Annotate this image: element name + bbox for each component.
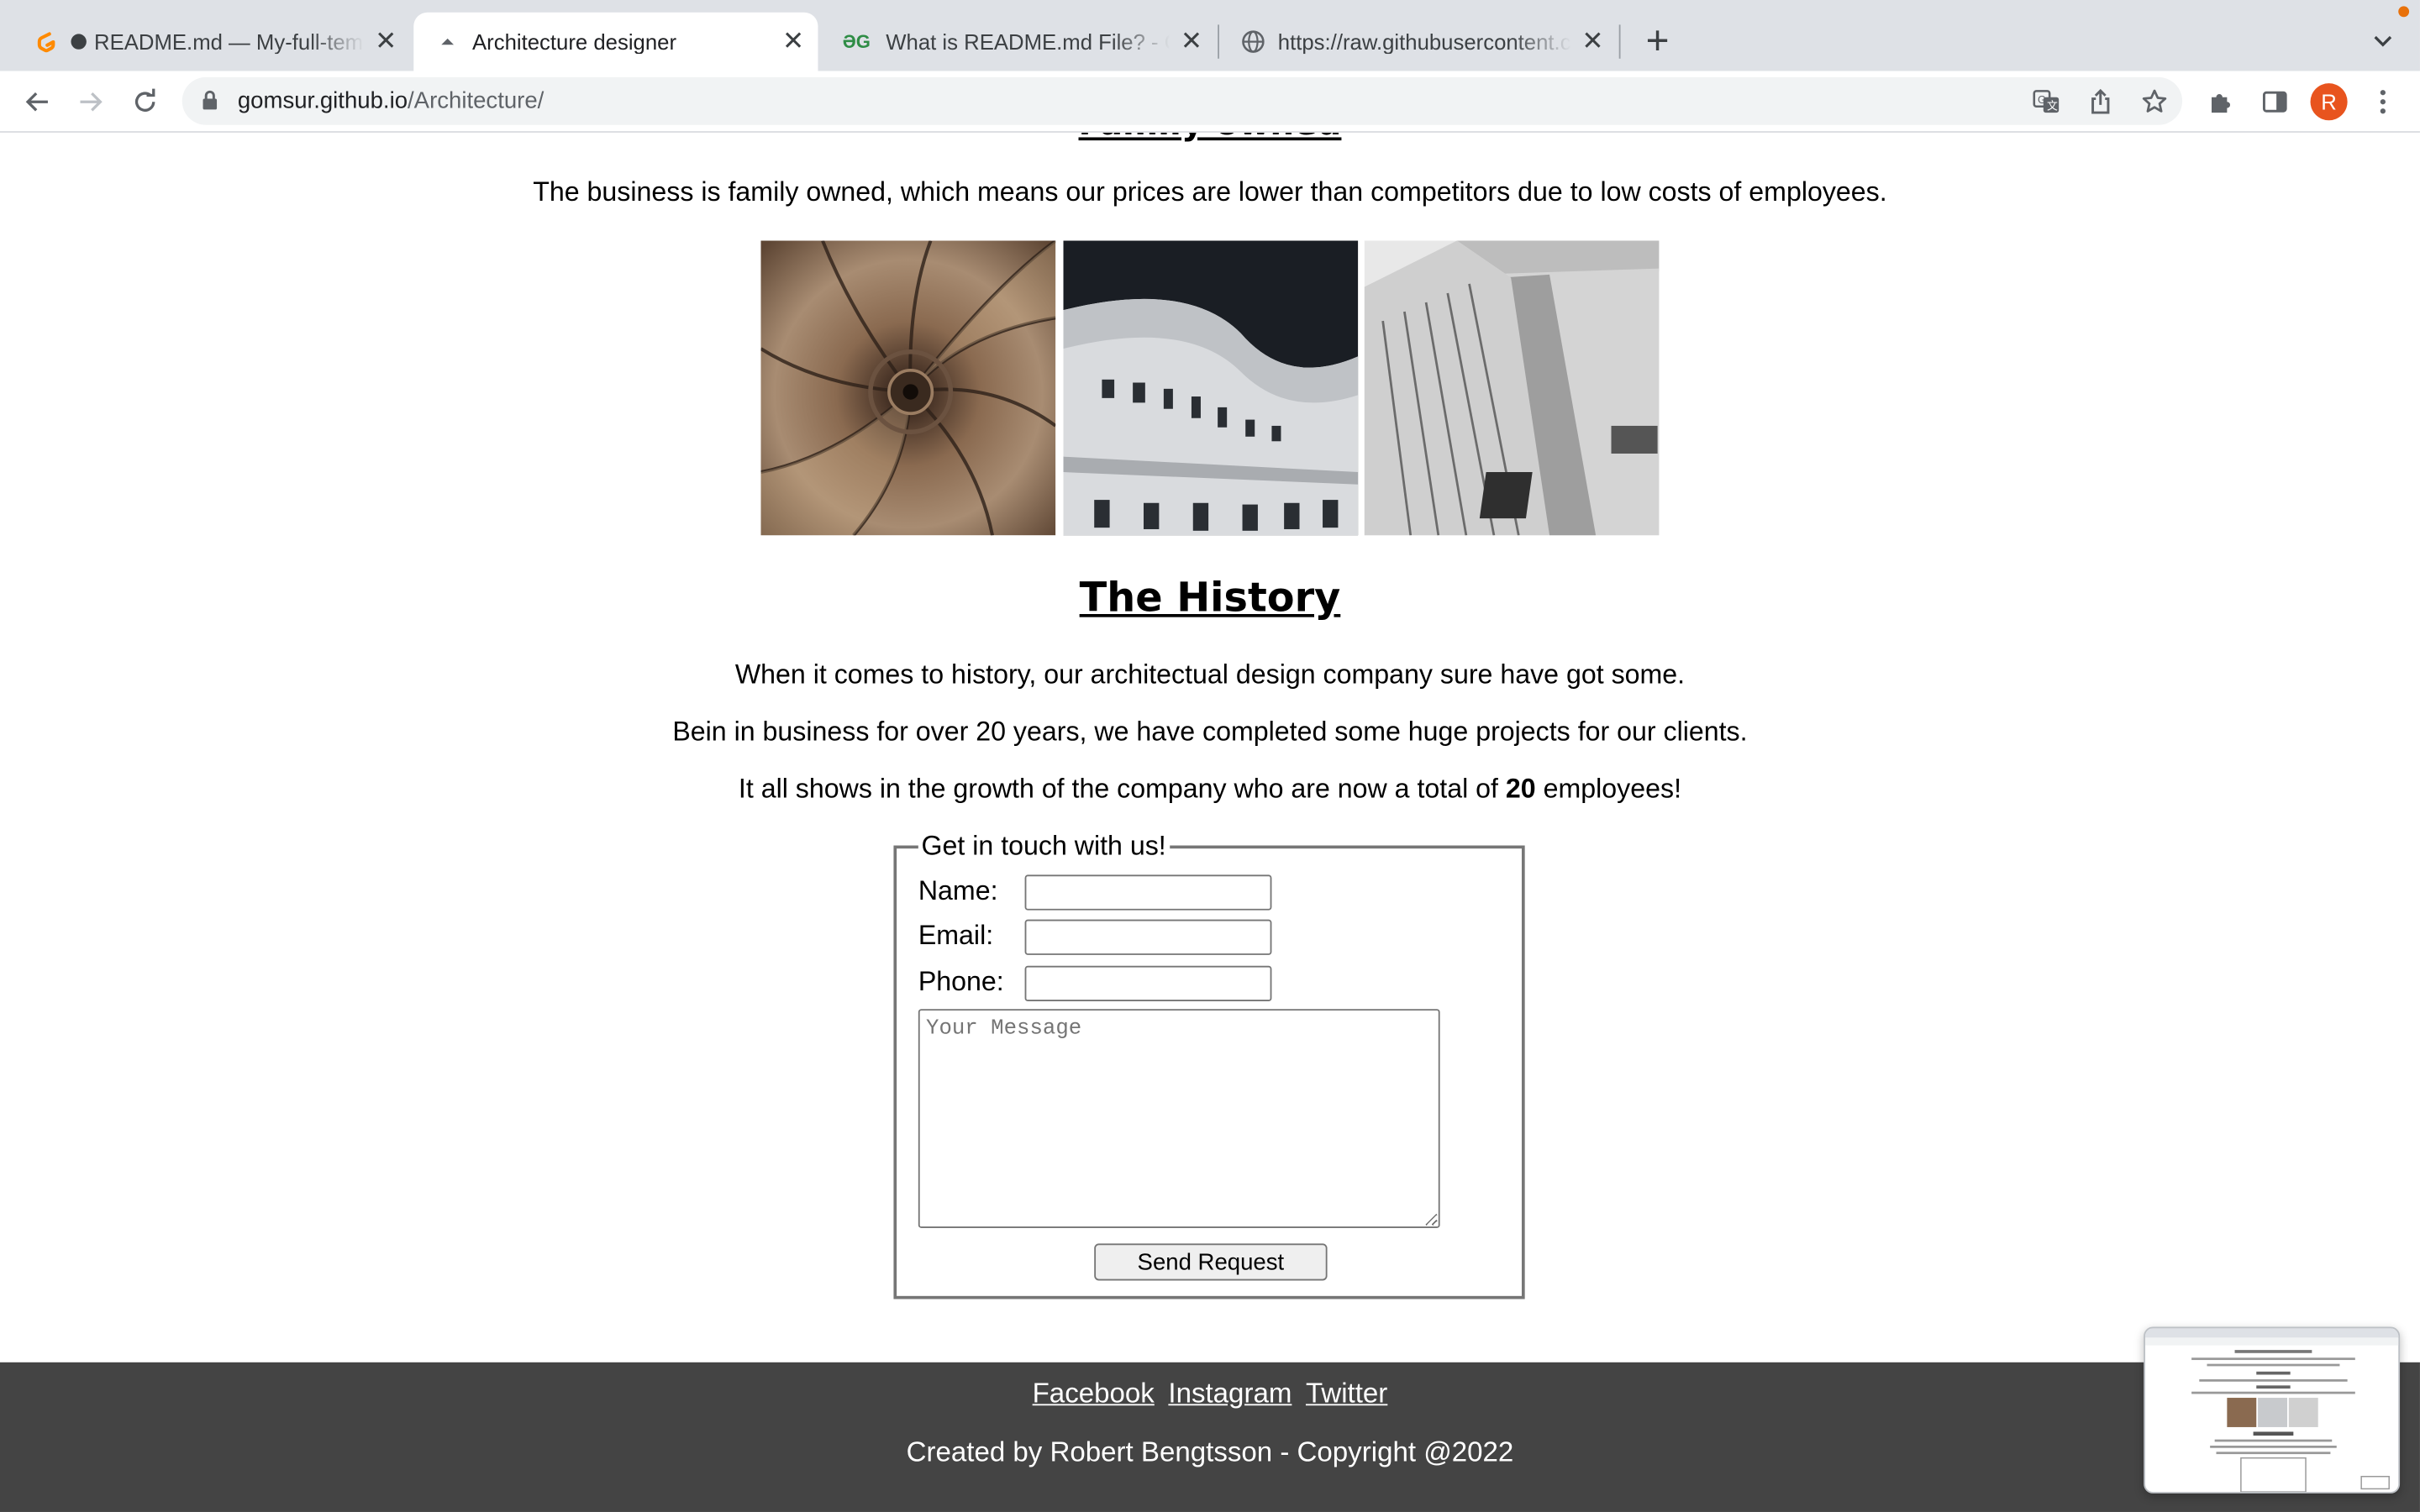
spiral-staircase-photo	[760, 240, 1056, 536]
tab-raw-github[interactable]: https://raw.githubusercontent.com ✕	[1219, 13, 1618, 71]
history-heading: The History	[1079, 575, 1341, 622]
photo-gallery	[760, 240, 1660, 538]
back-button[interactable]	[17, 81, 57, 122]
extensions-puzzle-icon[interactable]	[2201, 81, 2241, 122]
message-field[interactable]	[918, 1009, 1440, 1229]
facebook-link[interactable]: Facebook	[1033, 1378, 1155, 1409]
url-text[interactable]: gomsur.github.io/Architecture/	[238, 88, 544, 114]
close-icon[interactable]: ✕	[371, 26, 402, 57]
history-line-3-end: employees!	[1543, 773, 1682, 804]
tab-separator	[1618, 24, 1621, 59]
forward-button[interactable]	[71, 81, 111, 122]
profile-avatar[interactable]: R	[2310, 83, 2348, 121]
close-icon[interactable]: ✕	[778, 26, 809, 57]
url-host: gomsur.github.io	[237, 87, 408, 114]
tab-title: https://raw.githubusercontent.com	[1277, 29, 1571, 55]
reload-button[interactable]	[125, 81, 166, 122]
close-icon[interactable]: ✕	[1577, 26, 1608, 57]
history-line-3-start: It all shows in the growth of the compan…	[738, 773, 1498, 804]
name-field[interactable]	[1024, 874, 1272, 911]
page-footer: Facebook Instagram Twitter Created by Ro…	[0, 1362, 2420, 1512]
tab-title: Architecture designer	[472, 29, 677, 55]
more-menu-icon[interactable]	[2363, 81, 2403, 122]
url-path: /Architecture/	[408, 87, 544, 114]
glass-building-photo	[1364, 240, 1660, 536]
instagram-link[interactable]: Instagram	[1168, 1378, 1292, 1409]
tab-title: What is README.md File? - GeeksforGeeks	[886, 29, 1170, 55]
close-icon[interactable]: ✕	[1176, 26, 1207, 57]
social-links: Facebook Instagram Twitter	[0, 1378, 2420, 1410]
contact-form-legend: Get in touch with us!	[918, 830, 1170, 863]
geeksforgeeks-icon: ƏG	[842, 30, 871, 53]
svg-text:文: 文	[2047, 99, 2058, 112]
side-panel-icon[interactable]	[2254, 81, 2295, 122]
tab-search-chevron-icon[interactable]	[2365, 22, 2402, 59]
lock-icon[interactable]	[201, 90, 219, 119]
email-label: Email:	[918, 919, 994, 951]
send-request-button[interactable]: Send Request	[1094, 1243, 1328, 1281]
screenshot-thumbnail[interactable]	[2144, 1326, 2401, 1494]
curved-building-photo	[1063, 240, 1359, 536]
bookmark-star-icon[interactable]	[2138, 85, 2171, 118]
tab-architecture[interactable]: Architecture designer ✕	[413, 12, 818, 71]
family-owned-heading: Family owned	[0, 133, 2420, 144]
phone-field[interactable]	[1024, 965, 1272, 1002]
family-owned-text: The business is family owned, which mean…	[533, 176, 1887, 207]
contact-form: Get in touch with us! Name: Email: Phone…	[893, 830, 1525, 1299]
name-label: Name:	[918, 874, 998, 906]
tab-geeksforgeeks[interactable]: ƏG What is README.md File? - GeeksforGee…	[818, 13, 1216, 71]
tab-readme[interactable]: README.md — My-full-template ✕	[13, 13, 411, 71]
history-line-2: Bein in business for over 20 years, we h…	[672, 716, 1748, 747]
tab-strip: README.md — My-full-template ✕ Architect…	[0, 0, 2420, 71]
phone-label: Phone:	[918, 965, 1004, 997]
share-icon[interactable]	[2084, 85, 2118, 118]
browser-window: README.md — My-full-template ✕ Architect…	[0, 0, 2420, 1512]
browser-toolbar: gomsur.github.io/Architecture/ G文 R	[0, 71, 2420, 133]
history-line-3: It all shows in the growth of the compan…	[0, 773, 2420, 806]
employee-count: 20	[1505, 773, 1536, 804]
web-page: Family owned The business is family owne…	[0, 132, 2420, 1512]
gitpod-icon	[34, 29, 58, 54]
footer-credit: Created by Robert Bengtsson - Copyright …	[906, 1436, 1514, 1467]
site-favicon-icon	[435, 29, 460, 54]
unsaved-dot-icon	[71, 34, 87, 50]
translate-icon[interactable]: G文	[2029, 85, 2063, 118]
svg-text:G: G	[2038, 93, 2046, 106]
window-control-dot[interactable]	[2398, 6, 2410, 18]
tab-title: README.md — My-full-template	[94, 29, 364, 55]
globe-icon	[1241, 29, 1265, 54]
email-field[interactable]	[1024, 919, 1272, 955]
twitter-link[interactable]: Twitter	[1306, 1378, 1387, 1409]
new-tab-button[interactable]: +	[1636, 16, 1679, 62]
history-line-1: When it comes to history, our architectu…	[734, 659, 1686, 690]
address-bar[interactable]: gomsur.github.io/Architecture/ G文	[182, 76, 2183, 125]
